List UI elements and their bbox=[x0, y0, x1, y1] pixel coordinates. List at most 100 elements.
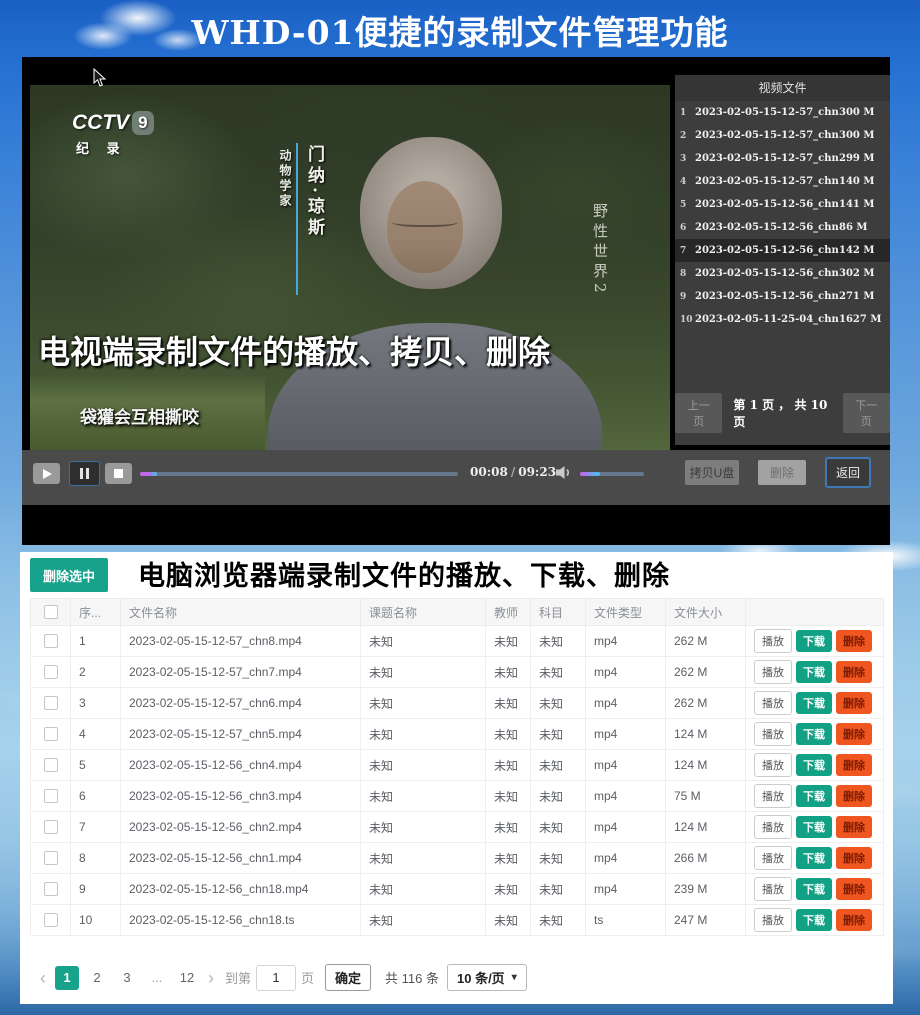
play-button[interactable]: 播放 bbox=[754, 815, 792, 839]
cell-filetype: mp4 bbox=[586, 626, 666, 657]
delete-button[interactable]: 删除 bbox=[836, 785, 872, 807]
download-button[interactable]: 下载 bbox=[796, 785, 832, 807]
tv-file-row[interactable]: 22023-02-05-15-12-57_chn7.mp4300 M bbox=[675, 124, 890, 147]
cell-index: 9 bbox=[71, 874, 121, 905]
download-button[interactable]: 下载 bbox=[796, 754, 832, 776]
row-checkbox[interactable] bbox=[44, 696, 58, 710]
cctv-logo-subtext: 纪 录 bbox=[76, 138, 154, 157]
video-player-view[interactable]: CCTV 9 纪 录 动物学家 门纳·琼斯 野性世界2 电视端录制文件的播放、拷… bbox=[30, 85, 670, 450]
delete-button[interactable]: 删除 bbox=[836, 878, 872, 900]
pagination-page[interactable]: 12 bbox=[175, 966, 199, 990]
download-button[interactable]: 下载 bbox=[796, 692, 832, 714]
download-button[interactable]: 下载 bbox=[796, 847, 832, 869]
cell-filetype: mp4 bbox=[586, 874, 666, 905]
cell-filesize: 262 M bbox=[666, 626, 746, 657]
next-page-button[interactable]: 下一页 bbox=[843, 393, 890, 433]
pagination-page[interactable]: 3 bbox=[115, 966, 139, 990]
delete-button[interactable]: 删除 bbox=[836, 630, 872, 652]
play-button[interactable]: 播放 bbox=[754, 908, 792, 932]
tv-file-row[interactable]: 82023-02-05-15-12-56_chn1.mp4302 M bbox=[675, 262, 890, 285]
row-checkbox[interactable] bbox=[44, 789, 58, 803]
stop-icon-button[interactable] bbox=[105, 463, 132, 484]
download-button[interactable]: 下载 bbox=[796, 878, 832, 900]
cctv-logo-text: CCTV bbox=[72, 111, 129, 135]
row-checkbox[interactable] bbox=[44, 665, 58, 679]
tv-file-row[interactable]: 12023-02-05-15-12-57_chn8.mp4300 M bbox=[675, 101, 890, 124]
play-button[interactable]: 播放 bbox=[754, 846, 792, 870]
next-chevron-icon[interactable]: › bbox=[202, 966, 220, 990]
file-index: 9 bbox=[680, 292, 695, 302]
cell-subject: 未知 bbox=[531, 657, 586, 688]
download-button[interactable]: 下载 bbox=[796, 630, 832, 652]
play-button[interactable]: 播放 bbox=[754, 660, 792, 684]
row-checkbox[interactable] bbox=[44, 727, 58, 741]
prev-page-button[interactable]: 上一页 bbox=[675, 393, 722, 433]
tv-file-row[interactable]: 92023-02-05-15-12-56_chn18.mp4271 M bbox=[675, 285, 890, 308]
tv-file-row[interactable]: 32023-02-05-15-12-57_chn6.mp4299 M bbox=[675, 147, 890, 170]
delete-button[interactable]: 删除 bbox=[836, 692, 872, 714]
row-checkbox[interactable] bbox=[44, 851, 58, 865]
prev-chevron-icon[interactable]: ‹ bbox=[34, 966, 52, 990]
play-button[interactable]: 播放 bbox=[754, 691, 792, 715]
cell-teacher: 未知 bbox=[486, 688, 531, 719]
download-button[interactable]: 下载 bbox=[796, 723, 832, 745]
cell-topic: 未知 bbox=[361, 626, 486, 657]
cell-filename: 2023-02-05-15-12-57_chn6.mp4 bbox=[121, 688, 361, 719]
file-size: 86 M bbox=[839, 222, 885, 233]
play-button[interactable]: 播放 bbox=[754, 753, 792, 777]
delete-button[interactable]: 删除 bbox=[836, 661, 872, 683]
row-checkbox[interactable] bbox=[44, 758, 58, 772]
row-checkbox[interactable] bbox=[44, 913, 58, 927]
cell-filetype: mp4 bbox=[586, 719, 666, 750]
delete-button[interactable]: 删除 bbox=[836, 754, 872, 776]
download-button[interactable]: 下载 bbox=[796, 661, 832, 683]
pagination-page[interactable]: 2 bbox=[85, 966, 109, 990]
row-checkbox[interactable] bbox=[44, 634, 58, 648]
pagination-page[interactable]: 1 bbox=[55, 966, 79, 990]
web-section-title: 电脑浏览器端录制文件的播放、下载、删除 bbox=[138, 554, 670, 593]
tv-file-row[interactable]: 42023-02-05-15-12-57_chn5.mp4140 M bbox=[675, 170, 890, 193]
table-row: 52023-02-05-15-12-56_chn4.mp4未知未知未知mp412… bbox=[31, 750, 884, 781]
play-button[interactable]: 播放 bbox=[754, 877, 792, 901]
tv-file-row[interactable]: 72023-02-05-15-12-56_chn2.mp4142 M bbox=[675, 239, 890, 262]
volume-bar[interactable] bbox=[580, 472, 644, 476]
total-time: 09:23 bbox=[518, 465, 556, 479]
delete-selected-button[interactable]: 删除选中 bbox=[30, 558, 108, 592]
delete-button[interactable]: 删除 bbox=[836, 723, 872, 745]
cctv-logo: CCTV 9 纪 录 bbox=[72, 111, 154, 157]
cell-teacher: 未知 bbox=[486, 781, 531, 812]
pause-icon-button[interactable] bbox=[69, 461, 100, 486]
select-all-checkbox[interactable] bbox=[44, 605, 58, 619]
back-button[interactable]: 返回 bbox=[825, 457, 871, 488]
row-checkbox[interactable] bbox=[44, 882, 58, 896]
confirm-button[interactable]: 确定 bbox=[325, 964, 371, 991]
delete-button[interactable]: 删除 bbox=[836, 816, 872, 838]
cell-filetype: mp4 bbox=[586, 750, 666, 781]
cell-topic: 未知 bbox=[361, 781, 486, 812]
tv-file-row[interactable]: 102023-02-05-11-25-04_chn7_1.mp41627 M bbox=[675, 308, 890, 331]
copy-usb-button[interactable]: 拷贝U盘 bbox=[685, 460, 739, 485]
delete-button[interactable]: 删除 bbox=[836, 909, 872, 931]
tv-file-row[interactable]: 52023-02-05-15-12-56_chn4.mp4141 M bbox=[675, 193, 890, 216]
play-icon-button[interactable] bbox=[33, 463, 60, 484]
volume-icon[interactable] bbox=[556, 465, 573, 480]
row-checkbox[interactable] bbox=[44, 820, 58, 834]
play-button[interactable]: 播放 bbox=[754, 784, 792, 808]
header-subject: 科目 bbox=[531, 599, 586, 626]
download-button[interactable]: 下载 bbox=[796, 816, 832, 838]
tv-file-row[interactable]: 62023-02-05-15-12-56_chn3.mp486 M bbox=[675, 216, 890, 239]
play-button[interactable]: 播放 bbox=[754, 722, 792, 746]
page-size-select[interactable]: 10 条/页 ▾ bbox=[447, 964, 527, 991]
play-button[interactable]: 播放 bbox=[754, 629, 792, 653]
goto-page-input[interactable] bbox=[256, 965, 296, 991]
table-row: 72023-02-05-15-12-56_chn2.mp4未知未知未知mp412… bbox=[31, 812, 884, 843]
tv-delete-button[interactable]: 删除 bbox=[758, 460, 806, 485]
cell-topic: 未知 bbox=[361, 812, 486, 843]
delete-button[interactable]: 删除 bbox=[836, 847, 872, 869]
cell-filesize: 124 M bbox=[666, 812, 746, 843]
file-size: 1627 M bbox=[839, 314, 885, 325]
cell-index: 4 bbox=[71, 719, 121, 750]
seek-bar[interactable] bbox=[140, 472, 458, 476]
file-size: 300 M bbox=[839, 130, 885, 141]
download-button[interactable]: 下载 bbox=[796, 909, 832, 931]
